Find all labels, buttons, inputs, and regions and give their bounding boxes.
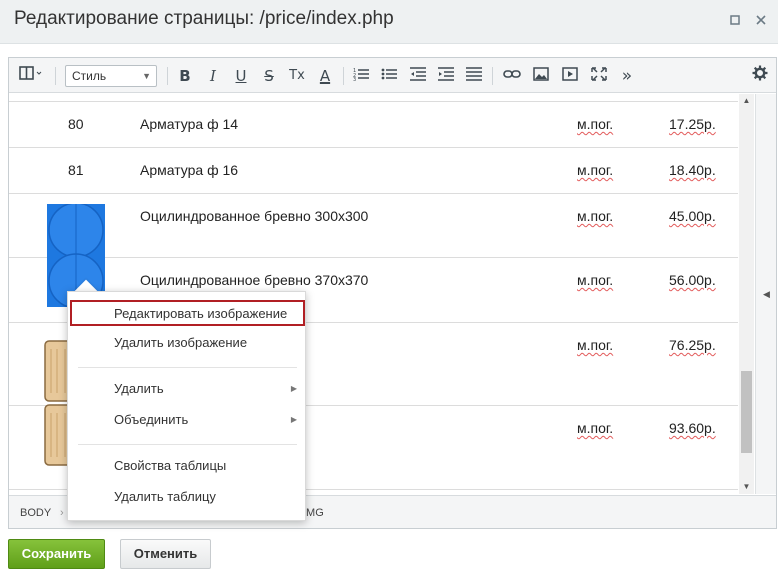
menu-item-label: Удалить xyxy=(114,381,164,396)
gear-icon xyxy=(752,65,768,81)
align-justify-icon xyxy=(466,67,482,81)
menu-item-delete-image[interactable]: Удалить изображение xyxy=(70,331,305,357)
view-mode-button[interactable] xyxy=(19,65,43,87)
product-price: 76.25р. xyxy=(669,337,716,353)
table-row: Оцилиндрованное бревно 300x300 м.пог. 45… xyxy=(9,194,738,258)
svg-text:3: 3 xyxy=(353,77,356,81)
columns-icon xyxy=(19,66,42,80)
chevron-right-icon: › xyxy=(60,507,64,519)
fullscreen-button[interactable] xyxy=(590,65,608,87)
context-menu: Редактировать изображение Удалить изобра… xyxy=(67,291,306,521)
remove-format-button[interactable]: Tx xyxy=(288,65,306,87)
fullscreen-icon xyxy=(591,67,607,81)
outdent-button[interactable] xyxy=(409,65,427,87)
product-price: 17.25р. xyxy=(669,116,716,132)
cancel-button[interactable]: Отменить xyxy=(120,539,211,569)
scroll-up-icon[interactable]: ▲ xyxy=(739,94,754,108)
product-unit: м.пог. xyxy=(577,162,614,178)
italic-button[interactable]: I xyxy=(204,65,222,87)
close-icon[interactable] xyxy=(754,14,768,28)
video-button[interactable] xyxy=(561,65,579,87)
scroll-down-icon[interactable]: ▼ xyxy=(739,480,754,494)
align-button[interactable] xyxy=(465,65,483,87)
product-unit: м.пог. xyxy=(577,420,614,436)
image-button[interactable] xyxy=(532,65,550,87)
product-name: Оцилиндрованное бревно 370x370 xyxy=(140,272,369,288)
strikethrough-button[interactable]: S xyxy=(260,65,278,87)
maximize-icon[interactable] xyxy=(728,14,742,28)
more-button[interactable]: » xyxy=(618,65,636,87)
menu-item-merge[interactable]: Объединить ▶ xyxy=(70,408,305,434)
video-icon xyxy=(562,67,578,81)
menu-item-edit-image[interactable]: Редактировать изображение xyxy=(70,300,305,326)
menu-separator xyxy=(78,444,297,445)
row-number: 80 xyxy=(68,116,84,132)
toolbar-separator xyxy=(167,67,168,85)
side-panel-toggle[interactable]: ◀ xyxy=(755,94,776,494)
link-icon xyxy=(503,70,521,78)
chevron-down-icon: ▼ xyxy=(142,71,151,81)
menu-item-table-properties[interactable]: Свойства таблицы xyxy=(70,454,305,480)
editor-scrollbar[interactable]: ▲ ▼ xyxy=(739,94,754,494)
toolbar-separator xyxy=(343,67,344,85)
product-name: Оцилиндрованное бревно 300x300 xyxy=(140,208,369,224)
toolbar-separator xyxy=(55,67,56,85)
indent-button[interactable] xyxy=(437,65,455,87)
chevron-left-icon: ◀ xyxy=(763,289,770,299)
dialog-titlebar: Редактирование страницы: /price/index.ph… xyxy=(0,0,778,44)
product-price: 45.00р. xyxy=(669,208,716,224)
chevron-right-icon: ▶ xyxy=(290,384,297,393)
save-button[interactable]: Сохранить xyxy=(8,539,105,569)
table-row: 80 Арматура ф 14 м.пог. 17.25р. xyxy=(9,102,738,148)
product-unit: м.пог. xyxy=(577,272,614,288)
product-price: 18.40р. xyxy=(669,162,716,178)
product-price: 93.60р. xyxy=(669,420,716,436)
product-name: Арматура ф 14 xyxy=(140,116,239,132)
menu-separator xyxy=(78,367,297,368)
underline-button[interactable]: U xyxy=(232,65,250,87)
style-select-value: Стиль xyxy=(72,69,107,83)
product-unit: м.пог. xyxy=(577,208,614,224)
bold-button[interactable]: B xyxy=(176,65,194,87)
image-icon xyxy=(533,67,549,81)
unordered-list-button[interactable] xyxy=(380,65,398,87)
link-button[interactable] xyxy=(503,65,521,87)
menu-item-delete[interactable]: Удалить ▶ xyxy=(70,377,305,403)
product-unit: м.пог. xyxy=(577,337,614,353)
chevron-right-icon: ▶ xyxy=(290,415,297,424)
ordered-list-button[interactable]: 123 xyxy=(352,65,370,87)
menu-item-label: Объединить xyxy=(114,412,189,427)
row-number: 81 xyxy=(68,162,84,178)
settings-button[interactable] xyxy=(751,65,769,87)
product-price: 56.00р. xyxy=(669,272,716,288)
path-crumb-img[interactable]: IMG xyxy=(303,507,324,519)
dialog-title: Редактирование страницы: /price/index.ph… xyxy=(14,8,394,29)
path-crumb-body[interactable]: BODY xyxy=(20,507,51,519)
font-color-button[interactable]: A xyxy=(316,65,334,87)
product-name: Арматура ф 16 xyxy=(140,162,239,178)
indent-icon xyxy=(438,67,454,81)
scrollbar-thumb[interactable] xyxy=(741,371,752,453)
unordered-list-icon xyxy=(381,68,397,80)
editor-toolbar: Стиль ▼ B I U S Tx A 123 » xyxy=(9,58,776,93)
product-unit: м.пог. xyxy=(577,116,614,132)
ordered-list-icon: 123 xyxy=(353,68,369,83)
outdent-icon xyxy=(410,67,426,81)
toolbar-separator xyxy=(492,67,493,85)
style-select[interactable]: Стиль ▼ xyxy=(65,65,157,87)
table-row xyxy=(9,94,738,102)
table-row: 81 Арматура ф 16 м.пог. 18.40р. xyxy=(9,148,738,194)
menu-item-delete-table[interactable]: Удалить таблицу xyxy=(70,485,305,511)
